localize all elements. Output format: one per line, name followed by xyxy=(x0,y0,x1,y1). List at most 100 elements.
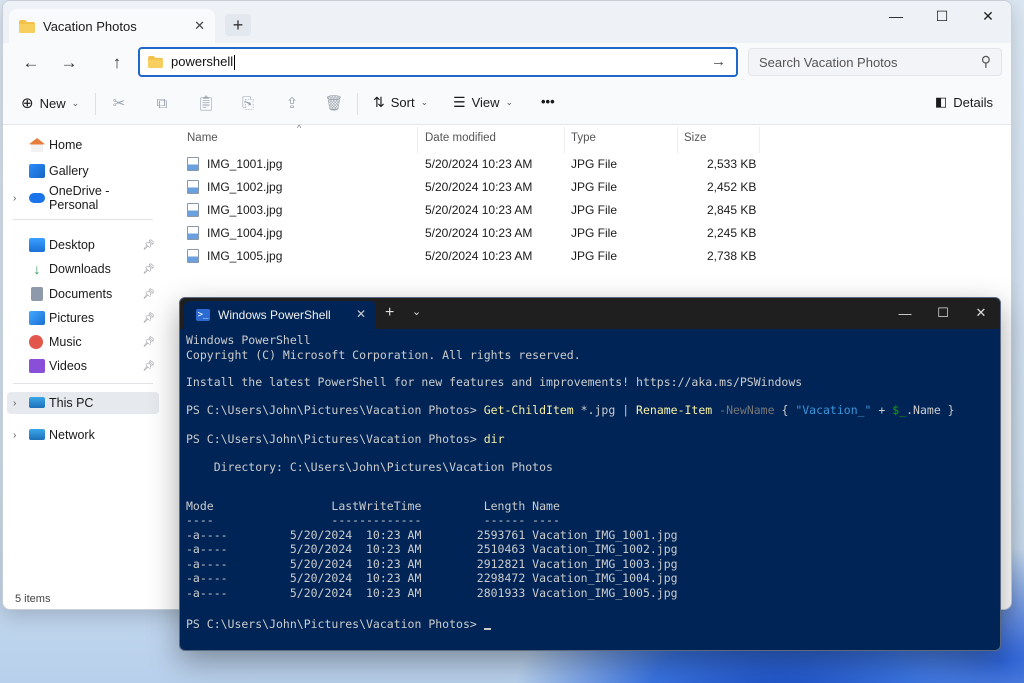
new-tab-button[interactable]: + xyxy=(225,14,251,36)
sidebar-item-downloads[interactable]: ↓ Downloads 📌︎ xyxy=(7,258,159,280)
cloud-icon xyxy=(29,193,45,203)
column-divider[interactable] xyxy=(677,127,678,153)
cut-icon[interactable]: ✂ xyxy=(109,93,129,113)
file-type: JPG File xyxy=(571,249,618,263)
terminal-output[interactable]: Windows PowerShell Copyright (C) Microso… xyxy=(186,333,994,644)
column-divider[interactable] xyxy=(759,127,760,153)
file-size: 2,245 KB xyxy=(707,226,757,240)
column-header-size[interactable]: Size xyxy=(684,132,706,144)
go-arrow-icon[interactable]: → xyxy=(711,53,726,70)
copy-icon[interactable]: ⧉ xyxy=(152,93,172,113)
computer-icon xyxy=(29,397,45,408)
column-divider[interactable] xyxy=(564,127,565,153)
tab-close-icon[interactable]: ✕ xyxy=(194,18,205,34)
home-icon xyxy=(29,138,45,152)
search-icon: ⚲ xyxy=(980,53,991,69)
rename-icon[interactable]: ⎘ xyxy=(238,93,258,113)
file-type: JPG File xyxy=(571,157,618,171)
image-file-icon xyxy=(187,157,199,171)
sidebar-item-network[interactable]: › Network xyxy=(7,424,159,446)
minimize-button[interactable]: — xyxy=(886,298,924,328)
desktop-icon xyxy=(29,238,45,252)
file-date: 5/20/2024 10:23 AM xyxy=(425,180,533,194)
column-divider[interactable] xyxy=(417,127,418,153)
picture-icon xyxy=(29,311,45,325)
command-bar: ⊕ New ⌄ ✂ ⧉ 📋︎ ⎘ ⇪ 🗑︎ ⇅ Sort ⌄ ☰ View ⌄ … xyxy=(3,83,1011,125)
pin-icon[interactable]: 📌︎ xyxy=(142,337,155,348)
terminal-tab[interactable]: >_ Windows PowerShell ✕ xyxy=(184,301,376,329)
explorer-tab[interactable]: Vacation Photos ✕ xyxy=(9,9,215,43)
sidebar-item-home[interactable]: Home xyxy=(7,134,159,156)
close-button[interactable]: ✕ xyxy=(965,1,1011,31)
pin-icon[interactable]: 📌︎ xyxy=(142,264,155,275)
sidebar-item-desktop[interactable]: Desktop 📌︎ xyxy=(7,234,159,256)
file-row[interactable]: IMG_1004.jpg 5/20/2024 10:23 AM JPG File… xyxy=(183,222,783,245)
search-input[interactable]: Search Vacation Photos ⚲ xyxy=(748,48,1002,76)
sidebar-item-music[interactable]: Music 📌︎ xyxy=(7,331,159,353)
view-icon: ☰ xyxy=(453,94,466,110)
listing-row: -a---- 5/20/2024 10:23 AM 2912821 Vacati… xyxy=(186,556,678,571)
sidebar-item-label: This PC xyxy=(49,396,94,410)
chevron-right-icon[interactable]: › xyxy=(13,193,16,204)
gallery-icon xyxy=(29,164,45,178)
sort-icon: ⇅ xyxy=(373,94,385,110)
back-arrow-icon[interactable]: ← xyxy=(17,51,45,75)
sort-button[interactable]: ⇅ Sort ⌄ xyxy=(373,94,428,111)
pin-icon[interactable]: 📌︎ xyxy=(142,240,155,251)
view-button[interactable]: ☰ View ⌄ xyxy=(453,94,513,111)
file-date: 5/20/2024 10:23 AM xyxy=(425,157,533,171)
sidebar-item-videos[interactable]: Videos 📌︎ xyxy=(7,355,159,377)
pipeline-variable: $_ xyxy=(892,403,907,417)
sidebar-item-pictures[interactable]: Pictures 📌︎ xyxy=(7,307,159,329)
file-row[interactable]: IMG_1003.jpg 5/20/2024 10:23 AM JPG File… xyxy=(183,199,783,222)
sidebar-item-label: Home xyxy=(49,138,83,152)
image-file-icon xyxy=(187,180,199,194)
new-button[interactable]: ⊕ New ⌄ xyxy=(21,94,79,112)
file-row[interactable]: IMG_1002.jpg 5/20/2024 10:23 AM JPG File… xyxy=(183,176,783,199)
up-arrow-icon[interactable]: ↑ xyxy=(103,51,131,75)
minimize-button[interactable]: — xyxy=(873,1,919,31)
maximize-button[interactable]: ☐ xyxy=(919,1,965,31)
sidebar-item-this-pc[interactable]: › This PC xyxy=(7,392,159,414)
terminal-titlebar: >_ Windows PowerShell ✕ + ⌄ — ☐ ✕ xyxy=(180,298,1000,329)
terminal-line: Install the latest PowerShell for new fe… xyxy=(186,375,803,389)
property-access: .Name } xyxy=(906,403,955,417)
address-bar-input[interactable]: powershell → xyxy=(138,47,738,77)
sidebar-item-documents[interactable]: Documents 📌︎ xyxy=(7,283,159,305)
status-bar-item-count: 5 items xyxy=(15,593,51,605)
chevron-right-icon[interactable]: › xyxy=(13,398,16,409)
sidebar-item-label: Videos xyxy=(49,359,87,373)
maximize-button[interactable]: ☐ xyxy=(924,298,962,328)
sidebar-item-gallery[interactable]: Gallery xyxy=(7,160,159,182)
more-icon: ••• xyxy=(541,94,555,109)
column-header-name[interactable]: Name xyxy=(187,132,218,144)
share-icon[interactable]: ⇪ xyxy=(282,93,302,113)
pin-icon[interactable]: 📌︎ xyxy=(142,313,155,324)
tab-close-icon[interactable]: ✕ xyxy=(356,307,366,321)
chevron-down-icon[interactable]: ⌄ xyxy=(412,305,421,318)
more-options-button[interactable]: ••• xyxy=(541,94,555,109)
file-row[interactable]: IMG_1001.jpg 5/20/2024 10:23 AM JPG File… xyxy=(183,153,783,176)
music-icon xyxy=(29,335,43,349)
search-placeholder: Search Vacation Photos xyxy=(759,54,898,70)
details-button-label: Details xyxy=(953,94,994,110)
column-header-type[interactable]: Type xyxy=(571,132,596,144)
pin-icon[interactable]: 📌︎ xyxy=(142,289,155,300)
listing-row: -a---- 5/20/2024 10:23 AM 2593761 Vacati… xyxy=(186,527,678,542)
forward-arrow-icon[interactable]: → xyxy=(55,51,83,75)
sidebar-item-onedrive[interactable]: › OneDrive - Personal xyxy=(7,184,159,212)
sidebar-item-label: Downloads xyxy=(49,262,111,276)
paste-icon[interactable]: 📋︎ xyxy=(196,93,216,113)
folder-icon xyxy=(19,19,35,33)
close-button[interactable]: ✕ xyxy=(962,298,1000,328)
details-button[interactable]: ◧ Details xyxy=(935,94,993,110)
sidebar-item-label: Music xyxy=(49,335,82,349)
pin-icon[interactable]: 📌︎ xyxy=(142,361,155,372)
delete-icon[interactable]: 🗑︎ xyxy=(324,93,344,113)
new-tab-button[interactable]: + xyxy=(385,304,394,322)
operator: + xyxy=(871,403,893,417)
column-header-date[interactable]: Date modified xyxy=(425,132,496,144)
file-row[interactable]: IMG_1005.jpg 5/20/2024 10:23 AM JPG File… xyxy=(183,245,783,268)
chevron-right-icon[interactable]: › xyxy=(13,430,16,441)
file-size: 2,533 KB xyxy=(707,157,757,171)
